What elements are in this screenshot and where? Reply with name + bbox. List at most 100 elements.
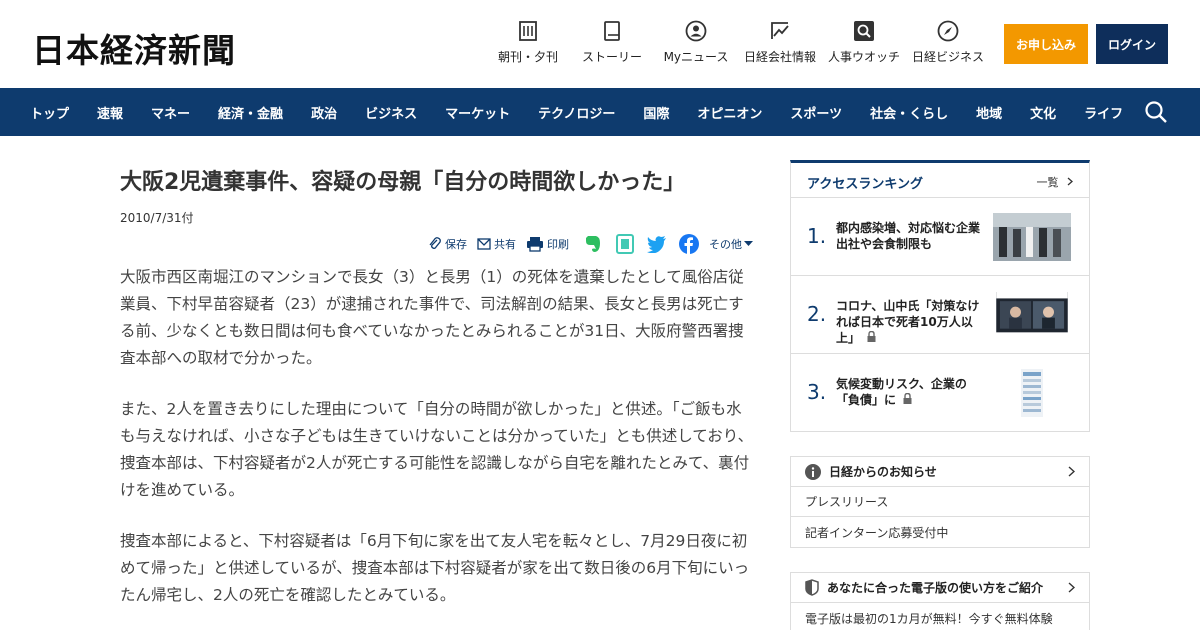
gnav-item-sports[interactable]: スポーツ [790,103,842,122]
search-icon[interactable] [1144,100,1168,124]
header-nav-label: 人事ウオッチ [828,50,901,64]
notice-link-intern[interactable]: 記者インターン応募受付中 [791,517,1089,547]
book-icon [601,20,623,42]
free-trial-link[interactable]: 電子版は最初の1カ月が無料！今すぐ無料体験 [791,603,1089,630]
rank-headline: 都内感染増、対応悩む企業 出社や会食制限も [836,221,993,251]
header-nav-label: Myニュース [663,50,729,64]
digital-guide-title: あなたに合った電子版の使い方をご紹介 [827,581,1044,595]
global-nav: トップ 速報 マネー 経済・金融 政治 ビジネス マーケット テクノロジー 国際… [0,88,1200,136]
caret-down-icon [744,241,753,246]
share-label: 共有 [494,238,516,251]
share-button[interactable]: 共有 [477,236,516,252]
gnav-item-sokuho[interactable]: 速報 [97,103,123,122]
compass-icon [937,20,959,42]
rank-number: 3. [807,380,827,404]
ranking-item[interactable]: 1. 都内感染増、対応悩む企業 出社や会食制限も [791,198,1089,276]
evernote-icon[interactable] [583,234,603,254]
article-date: 2010/7/31付 [120,210,194,225]
rank-headline: コロナ、山中氏「対策なければ日本で死者10万人以上」 [836,298,982,346]
ranking-item[interactable]: 3. 気候変動リスク、企業の「負債」に [791,354,1089,432]
rank-thumbnail-image [993,369,1071,417]
gnav-item-politics[interactable]: 政治 [311,103,337,122]
rank-headline-text: 気候変動リスク、企業の「負債」に [836,377,967,407]
gnav-item-business[interactable]: ビジネス [365,103,417,122]
digital-guide-box: あなたに合った電子版の使い方をご紹介 電子版は最初の1カ月が無料！今すぐ無料体験 [790,572,1090,630]
save-label: 保存 [445,238,467,251]
rank-number: 2. [807,302,827,326]
more-label: その他 [709,238,742,251]
mail-icon [477,238,491,250]
site-logo[interactable]: 日本経済新聞 [32,24,236,72]
print-label: 印刷 [547,238,569,251]
user-icon [685,20,707,42]
lock-icon [867,330,876,342]
notice-title: 日経からのお知らせ [829,465,937,479]
rank-headline-text: コロナ、山中氏「対策なければ日本で死者10万人以上」 [836,299,980,345]
ranking-more-label: 一覧 [1036,176,1059,189]
facebook-icon[interactable] [679,234,699,254]
ranking-header: アクセスランキング 一覧 [791,163,1089,198]
lock-icon [903,392,912,404]
header-nav-company[interactable]: 日経会社情報 [732,20,828,65]
shield-icon [805,579,819,596]
info-icon [805,463,821,480]
header-nav-mynews[interactable]: Myニュース [660,20,732,65]
header-nav-label: 朝刊・夕刊 [497,50,558,64]
article-title: 大阪2児遺棄事件、容疑の母親「自分の時間欲しかった」 [120,170,686,195]
article-paragraph: 大阪市西区南堀江のマンションで長女（3）と長男（1）の死体を遺棄したとして風俗店… [120,268,744,367]
chevron-right-icon [1067,177,1073,186]
gnav-item-society[interactable]: 社会・くらし [870,103,948,122]
chevron-right-icon [1068,466,1075,477]
ranking-more-link[interactable]: 一覧 [1037,174,1074,190]
apply-button[interactable]: お申し込み [1004,24,1088,64]
newspaper-icon [517,20,539,42]
header-nav-story[interactable]: ストーリー [564,20,660,65]
chart-icon [769,20,791,42]
header-nav-jinji[interactable]: 人事ウオッチ [828,20,900,65]
header-nav: 朝刊・夕刊 ストーリー Myニュース 日経会社情報 人事ウオッチ 日経ビジネス [492,20,996,65]
print-button[interactable]: 印刷 [526,236,569,252]
twitter-icon[interactable] [647,234,667,254]
gnav-item-market[interactable]: マーケット [445,103,510,122]
article: 大阪2児遺棄事件、容疑の母親「自分の時間欲しかった」 2010/7/31付 保存… [120,160,756,604]
gnav-item-economy[interactable]: 経済・金融 [218,103,283,122]
gnav-item-culture[interactable]: 文化 [1030,103,1056,122]
nikkei-notice-box: 日経からのお知らせ プレスリリース 記者インターン応募受付中 [790,456,1090,548]
article-body: 大阪市西区南堀江のマンションで長女（3）と長男（1）の死体を遺棄したとして風俗店… [120,264,756,630]
article-tools: 保存 共有 印刷 その他 [418,234,756,254]
clip-icon [429,237,441,249]
notice-link-press[interactable]: プレスリリース [791,487,1089,517]
gnav-item-money[interactable]: マネー [151,103,190,122]
header-nav-label: 日経ビジネス [911,50,984,64]
search-person-icon [853,20,875,42]
article-paragraph: 捜査本部によると、下村容疑者は「6月下旬に家を出て友人宅を転々とし、7月29日夜… [120,532,750,604]
notice-header[interactable]: 日経からのお知らせ [791,457,1089,487]
access-ranking: アクセスランキング 一覧 1. 都内感染増、対応悩む企業 出社や会食制限も 2.… [790,160,1090,432]
login-button[interactable]: ログイン [1096,24,1168,64]
header-nav-label: 日経会社情報 [743,50,816,64]
header-nav-paper[interactable]: 朝刊・夕刊 [492,20,564,65]
gnav-item-opinion[interactable]: オピニオン [697,103,762,122]
rank-headline: 気候変動リスク、企業の「負債」に [836,376,982,408]
rank-number: 1. [807,224,827,248]
site-header: 日本経済新聞 朝刊・夕刊 ストーリー Myニュース 日経会社情報 人事ウオッチ … [0,0,1200,88]
more-button[interactable]: その他 [709,236,756,252]
article-paragraph: また、2人を置き去りにした理由について「自分の時間が欲しかった」と供述。「ご飯も… [120,400,754,499]
note-icon[interactable] [615,234,635,254]
gnav-item-world[interactable]: 国際 [643,103,669,122]
gnav-item-tech[interactable]: テクノロジー [538,103,615,122]
rank-thumbnail-image [993,213,1071,261]
digital-guide-header[interactable]: あなたに合った電子版の使い方をご紹介 [791,573,1089,603]
chevron-right-icon [1068,582,1075,593]
global-nav-list: トップ 速報 マネー 経済・金融 政治 ビジネス マーケット テクノロジー 国際… [30,88,1123,136]
header-nav-business[interactable]: 日経ビジネス [900,20,996,65]
header-nav-label: ストーリー [581,50,642,64]
ranking-item[interactable]: 2. コロナ、山中氏「対策なければ日本で死者10万人以上」 [791,276,1089,354]
gnav-item-life[interactable]: ライフ [1084,103,1123,122]
gnav-item-region[interactable]: 地域 [976,103,1002,122]
gnav-item-top[interactable]: トップ [30,103,69,122]
save-button[interactable]: 保存 [428,236,467,252]
printer-icon [527,237,543,252]
ranking-title: アクセスランキング [807,177,923,192]
rank-thumbnail-image [996,292,1068,333]
